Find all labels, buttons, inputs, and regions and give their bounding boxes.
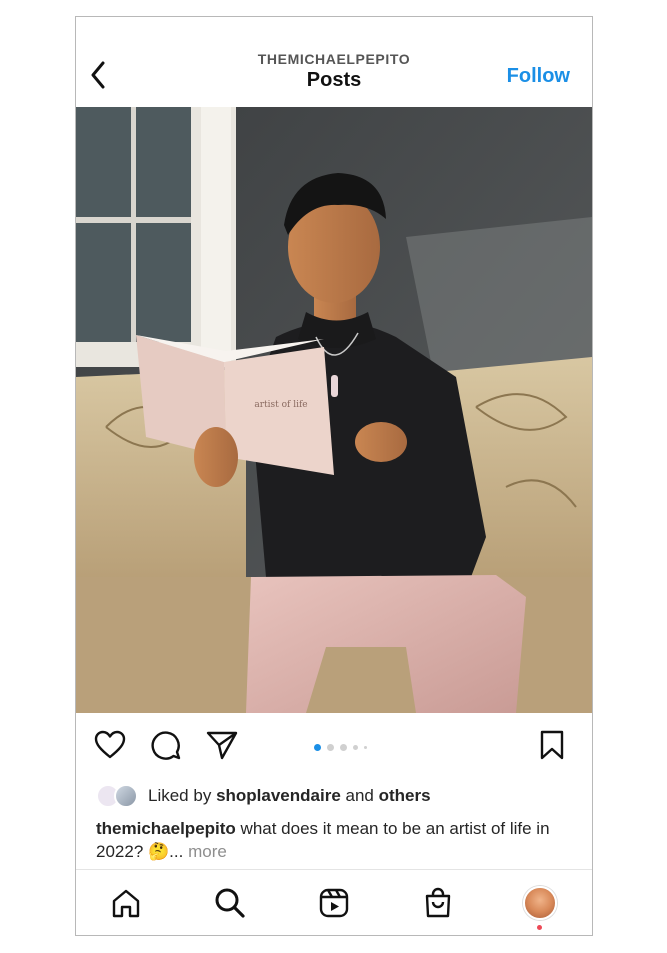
phone-screen: THEMICHAELPEPITO Posts Follow artist of … bbox=[75, 16, 593, 936]
share-button[interactable] bbox=[204, 727, 240, 763]
carousel-dot bbox=[353, 744, 358, 750]
header: THEMICHAELPEPITO Posts Follow bbox=[76, 17, 592, 107]
carousel-dot bbox=[327, 743, 334, 751]
likes-middle: and bbox=[340, 786, 379, 805]
likes-row: Liked by shoplavendaire and others bbox=[96, 783, 431, 809]
caption-more-link[interactable]: more bbox=[188, 842, 227, 861]
follow-button[interactable]: Follow bbox=[507, 65, 570, 88]
tab-search[interactable] bbox=[212, 885, 248, 921]
book-title: artist of life bbox=[254, 400, 307, 410]
comment-button[interactable] bbox=[148, 727, 184, 763]
like-button[interactable] bbox=[92, 727, 128, 763]
likes-prefix: Liked by bbox=[148, 786, 212, 805]
reels-icon bbox=[319, 888, 349, 918]
tab-profile[interactable] bbox=[522, 885, 558, 921]
heart-icon bbox=[94, 730, 126, 759]
caption-ellipsis: ... bbox=[169, 842, 189, 861]
carousel-indicator bbox=[314, 743, 367, 751]
search-icon bbox=[215, 888, 245, 918]
tab-home[interactable] bbox=[108, 885, 144, 921]
post-actions bbox=[76, 727, 592, 767]
tab-shop[interactable] bbox=[420, 885, 456, 921]
post-image: artist of life bbox=[76, 107, 592, 713]
profile-avatar bbox=[523, 886, 557, 920]
home-icon bbox=[112, 889, 140, 918]
notification-dot bbox=[537, 925, 542, 930]
carousel-dot bbox=[364, 745, 367, 749]
liker-avatars[interactable] bbox=[96, 783, 148, 809]
caption-username[interactable]: themichaelpepito bbox=[96, 819, 236, 838]
bottom-tab-bar bbox=[76, 869, 592, 935]
shop-bag-icon bbox=[425, 887, 451, 918]
carousel-dot bbox=[314, 743, 321, 751]
comment-icon bbox=[151, 731, 181, 760]
likes-others-link[interactable]: others bbox=[379, 786, 431, 806]
tab-reels[interactable] bbox=[316, 885, 352, 921]
liked-by-username[interactable]: shoplavendaire bbox=[216, 786, 341, 806]
post-photo[interactable]: artist of life bbox=[76, 107, 592, 713]
paper-plane-icon bbox=[206, 731, 238, 760]
avatar bbox=[114, 784, 138, 808]
bookmark-icon bbox=[540, 730, 564, 760]
carousel-dot bbox=[340, 743, 347, 751]
save-button[interactable] bbox=[534, 727, 570, 763]
post-caption: themichaelpepito what does it mean to be… bbox=[96, 817, 576, 863]
